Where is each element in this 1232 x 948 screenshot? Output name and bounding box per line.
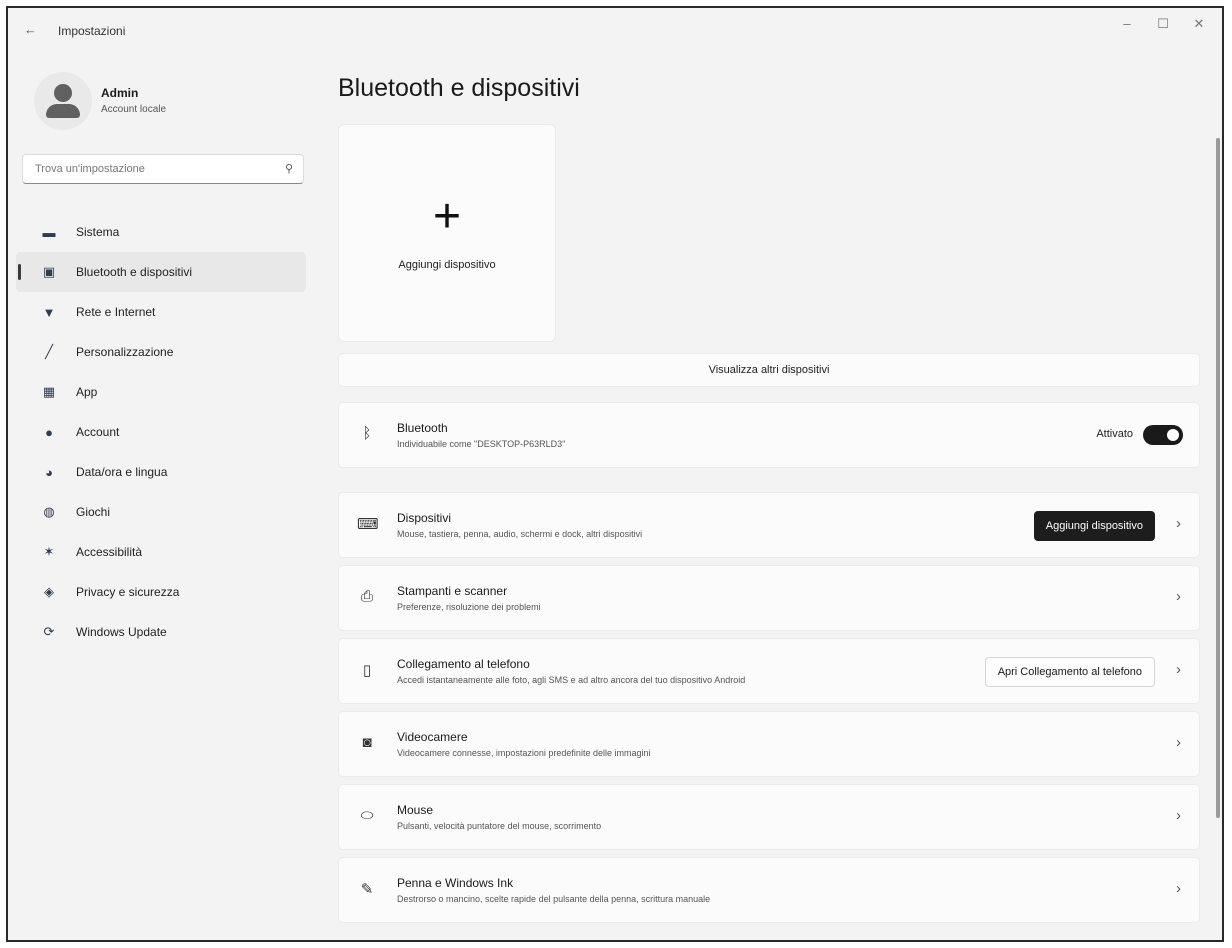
- bluetooth-card: ᛒ Bluetooth Individuabile come "DESKTOP-…: [338, 402, 1200, 468]
- sidebar-item-label: Rete e Internet: [76, 305, 156, 319]
- globe-clock-icon: ◕: [45, 464, 53, 480]
- sidebar-item-label: Giochi: [76, 505, 111, 519]
- chevron-right-icon[interactable]: ›: [1176, 734, 1181, 751]
- sidebar-item-privacy-e-sicurezza[interactable]: ◈ Privacy e sicurezza: [16, 572, 306, 612]
- sidebar-item-app[interactable]: ▦ App: [16, 372, 306, 412]
- bluetooth-title: Bluetooth: [397, 421, 448, 435]
- card-printer[interactable]: ⎙ Stampanti e scanner Preferenze, risoluzi…: [338, 565, 1200, 631]
- card-title: Mouse: [397, 803, 434, 817]
- phone-icon: ▯: [362, 662, 372, 679]
- sidebar-item-label: Personalizzazione: [76, 345, 174, 359]
- sidebar-item-rete-e-internet[interactable]: ▼ Rete e Internet: [16, 292, 306, 332]
- camera-icon: ◙: [362, 734, 372, 751]
- card-subtitle: Pulsanti, velocità puntatore del mouse, …: [397, 821, 602, 831]
- search-icon: ⚲: [284, 163, 293, 175]
- sidebar-item-label: Sistema: [76, 225, 120, 239]
- card-subtitle: Destrorso o mancino, scelte rapide del p…: [397, 894, 711, 904]
- bluetooth-icon: ᛒ: [362, 425, 372, 442]
- accessibility-icon: ✶: [43, 544, 55, 559]
- add-device-button[interactable]: Aggiungi dispositivo: [1033, 511, 1155, 541]
- settings-window: ← Impostazioni – ☐ ✕ Admin Account local…: [6, 6, 1224, 942]
- bluetooth-toggle-label: Attivato: [1096, 428, 1133, 440]
- card-pen[interactable]: ✎ Penna e Windows Ink Destrorso o mancino,…: [338, 857, 1200, 923]
- brush-icon: ╱: [45, 344, 53, 359]
- card-subtitle: Preferenze, risoluzione dei problemi: [397, 602, 541, 612]
- open-phone-link-button[interactable]: Apri Collegamento al telefono: [984, 657, 1155, 687]
- card-title: Penna e Windows Ink: [397, 876, 514, 890]
- window-title: Impostazioni: [58, 24, 126, 38]
- card-phone[interactable]: ▯ Collegamento al telefono Accedi istantan…: [338, 638, 1200, 704]
- card-camera[interactable]: ◙ Videocamere Videocamere connesse, impost…: [338, 711, 1200, 777]
- sidebar-item-giochi[interactable]: ◍ Giochi: [16, 492, 306, 532]
- shield-icon: ◈: [44, 584, 54, 599]
- sidebar-item-accessibilit[interactable]: ✶ Accessibilità: [16, 532, 306, 572]
- sidebar-item-label: Account: [76, 425, 120, 439]
- avatar: [34, 72, 92, 130]
- card-devices[interactable]: ⌨ Dispositivi Mouse, tastiera, penna, audi…: [338, 492, 1200, 558]
- plus-icon: +: [432, 190, 462, 243]
- card-subtitle: Accedi istantaneamente alle foto, agli S…: [397, 675, 746, 685]
- monitor-icon: ▬: [42, 224, 56, 240]
- search-box[interactable]: ⚲: [22, 154, 304, 184]
- devices-icon: ⌨: [357, 516, 379, 533]
- chevron-right-icon[interactable]: ›: [1176, 588, 1181, 605]
- sidebar-item-data-ora-e-lingua[interactable]: ◕ Data/ora e lingua: [16, 452, 306, 492]
- mouse-icon: ⬭: [360, 807, 374, 824]
- person-icon: ●: [45, 424, 53, 440]
- update-icon: ⟳: [43, 624, 55, 639]
- pen-icon: ✎: [360, 881, 374, 898]
- sidebar-item-personalizzazione[interactable]: ╱ Personalizzazione: [16, 332, 306, 372]
- card-title: Stampanti e scanner: [397, 584, 508, 598]
- sidebar-item-label: Data/ora e lingua: [76, 465, 168, 479]
- sidebar-item-label: App: [76, 385, 98, 399]
- add-device-label: Aggiungi dispositivo: [398, 259, 496, 271]
- sidebar-item-label: Bluetooth e dispositivi: [76, 265, 193, 279]
- sidebar-item-windows-update[interactable]: ⟳ Windows Update: [16, 612, 306, 652]
- bluetooth-devices-icon: ▣: [42, 264, 56, 279]
- chevron-right-icon[interactable]: ›: [1176, 515, 1181, 532]
- chevron-right-icon[interactable]: ›: [1176, 880, 1181, 897]
- chevron-right-icon[interactable]: ›: [1176, 661, 1181, 678]
- scrollbar[interactable]: [1216, 138, 1220, 818]
- sidebar-nav: ▬ Sistema ▣ Bluetooth e dispositivi ▼ Rete e …: [8, 212, 312, 652]
- bluetooth-toggle[interactable]: [1143, 425, 1183, 445]
- view-more-devices-button[interactable]: Visualizza altri dispositivi: [338, 353, 1200, 387]
- gamepad-icon: ◍: [43, 504, 55, 519]
- add-device-tile[interactable]: + Aggiungi dispositivo: [338, 124, 556, 342]
- chevron-right-icon[interactable]: ›: [1176, 807, 1181, 824]
- user-name: Admin: [101, 86, 139, 100]
- card-title: Dispositivi: [397, 511, 452, 525]
- card-mouse[interactable]: ⬭ Mouse Pulsanti, velocità puntatore del m…: [338, 784, 1200, 850]
- account-type: Account locale: [101, 104, 167, 115]
- printer-icon: ⎙: [360, 588, 373, 605]
- card-subtitle: Videocamere connesse, impostazioni prede…: [397, 748, 651, 758]
- apps-icon: ▦: [42, 384, 56, 399]
- sidebar-item-account[interactable]: ● Account: [16, 412, 306, 452]
- sidebar-item-bluetooth-e-dispositivi[interactable]: ▣ Bluetooth e dispositivi: [16, 252, 306, 292]
- sidebar-item-sistema[interactable]: ▬ Sistema: [16, 212, 306, 252]
- bluetooth-subtitle: Individuabile come "DESKTOP-P63RLD3": [397, 439, 566, 449]
- sidebar-item-label: Accessibilità: [76, 545, 143, 559]
- card-title: Collegamento al telefono: [397, 657, 530, 671]
- sidebar-item-label: Windows Update: [76, 625, 167, 639]
- card-title: Videocamere: [397, 730, 468, 744]
- search-input[interactable]: [33, 155, 277, 183]
- card-subtitle: Mouse, tastiera, penna, audio, schermi e…: [397, 529, 643, 539]
- page-title: Bluetooth e dispositivi: [338, 74, 580, 102]
- back-arrow-icon[interactable]: ←: [24, 22, 37, 37]
- wifi-icon: ▼: [42, 304, 56, 320]
- main-content: Bluetooth e dispositivi + Aggiungi dispo…: [338, 8, 1222, 940]
- sidebar-item-label: Privacy e sicurezza: [76, 585, 180, 599]
